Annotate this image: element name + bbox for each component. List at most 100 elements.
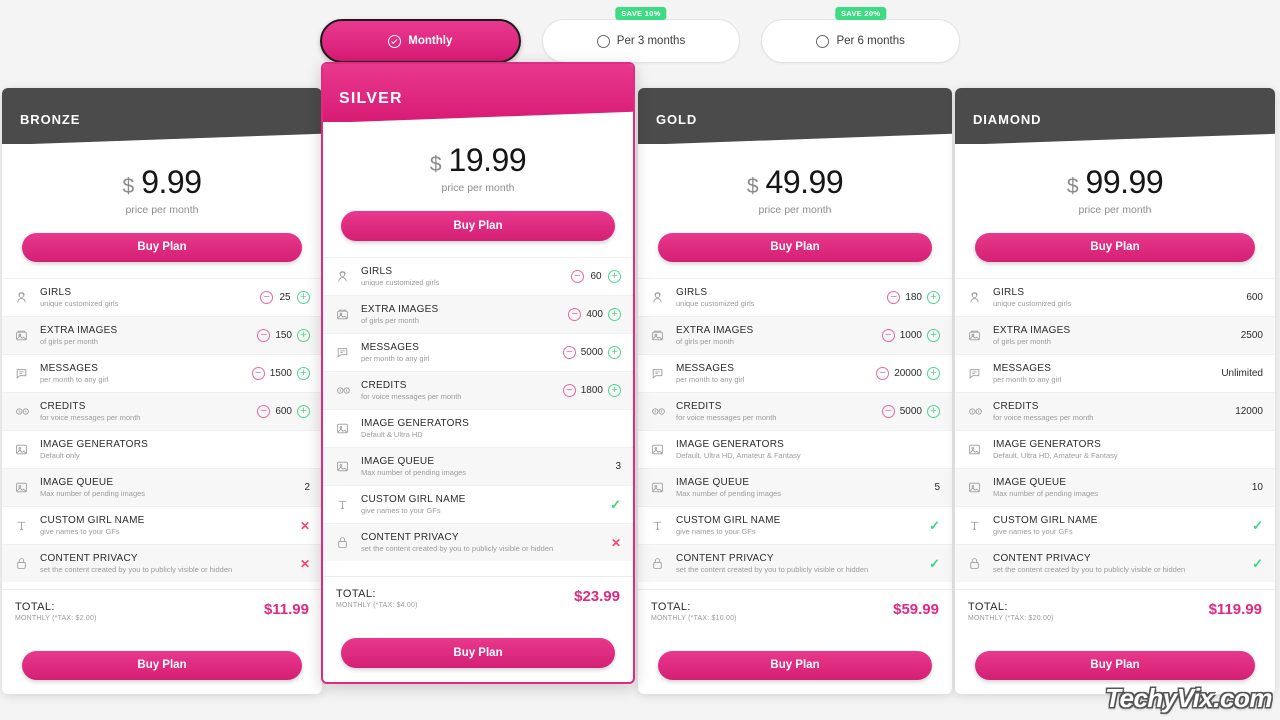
feature-value[interactable]: −20000 + xyxy=(876,367,940,380)
total-tax-note: MONTHLY (*TAX: $20.00) xyxy=(968,615,1054,622)
stepper-value: 180 xyxy=(905,292,922,303)
plain-value: 2 xyxy=(304,482,310,493)
decrement-button[interactable]: − xyxy=(568,308,582,321)
feature-value: 12000 xyxy=(1235,406,1263,417)
feature-row: CUSTOM GIRL NAME give names to your GFs ✓ xyxy=(955,506,1275,544)
feature-value: 10 xyxy=(1252,482,1263,493)
feature-description: of girls per month xyxy=(40,337,98,347)
feature-text: GIRLS unique customized girls xyxy=(990,287,1246,309)
feature-text: CUSTOM GIRL NAME give names to your GFs xyxy=(358,494,610,516)
buy-plan-button-bottom[interactable]: Buy Plan xyxy=(341,638,615,668)
feature-name: IMAGE GENERATORS xyxy=(993,438,1102,450)
feature-row: MESSAGES per month to any girl Unlimited xyxy=(955,354,1275,392)
feature-value[interactable]: −1000 + xyxy=(881,329,940,342)
feature-value[interactable]: −5000 + xyxy=(881,405,940,418)
card-footer-silver: Buy Plan xyxy=(323,609,633,682)
feature-name: EXTRA IMAGES xyxy=(361,303,439,315)
increment-button[interactable]: + xyxy=(927,367,940,380)
feature-name: IMAGE QUEUE xyxy=(676,476,750,488)
feature-description: Default & Ultra HD xyxy=(361,430,423,440)
decrement-button[interactable]: − xyxy=(571,270,584,283)
feature-text: CONTENT PRIVACY set the content created b… xyxy=(37,553,300,575)
feature-row: CUSTOM GIRL NAME give names to your GFs ✓ xyxy=(323,485,633,523)
feature-description: give names to your GFs xyxy=(361,506,441,516)
feature-value[interactable]: −1800 + xyxy=(562,384,621,397)
decrement-button[interactable]: − xyxy=(887,291,901,304)
feature-value[interactable]: −180 + xyxy=(887,291,940,304)
feature-row: IMAGE QUEUE Max number of pending images 2 xyxy=(2,468,322,506)
total-row-gold: TOTAL: MONTHLY (*TAX: $10.00) $59.99 xyxy=(638,589,952,622)
image-generator-icon xyxy=(651,443,673,456)
decrement-button[interactable]: − xyxy=(876,367,890,380)
image-generator-icon xyxy=(968,443,990,456)
feature-description: give names to your GFs xyxy=(40,527,120,537)
voice-credits-icon xyxy=(651,405,673,418)
text-cursor-icon xyxy=(651,519,673,532)
feature-text: MESSAGES per month to any girl xyxy=(990,363,1221,385)
pricing-card-silver: SILVER $19.99 price per month Buy Plan GIRLS… xyxy=(321,62,635,684)
decrement-button[interactable]: − xyxy=(881,405,895,418)
header-diagonal-divider xyxy=(2,133,322,145)
feature-description: unique customized girls xyxy=(993,299,1072,309)
buy-plan-button-top[interactable]: Buy Plan xyxy=(22,233,302,262)
feature-value: 600 xyxy=(1246,292,1263,303)
increment-button[interactable]: + xyxy=(927,405,940,418)
check-icon: ✓ xyxy=(929,555,940,571)
card-footer-gold: Buy Plan xyxy=(638,622,952,694)
feature-value[interactable]: −600 + xyxy=(257,405,310,418)
increment-button[interactable]: + xyxy=(608,346,621,359)
price-amount: 99.99 xyxy=(1085,164,1164,200)
decrement-button[interactable]: − xyxy=(251,367,265,380)
stepper-value: 400 xyxy=(586,309,603,320)
buy-plan-button-bottom[interactable]: Buy Plan xyxy=(658,651,932,680)
decrement-button[interactable]: − xyxy=(257,405,271,418)
feature-text: MESSAGES per month to any girl xyxy=(358,342,563,364)
feature-value[interactable]: −1500 + xyxy=(251,367,310,380)
increment-button[interactable]: + xyxy=(297,367,310,380)
decrement-button[interactable]: − xyxy=(881,329,895,342)
increment-button[interactable]: + xyxy=(927,291,940,304)
feature-description: for voice messages per month xyxy=(40,413,141,423)
feature-value[interactable]: −5000 + xyxy=(562,346,621,359)
buy-plan-button-top[interactable]: Buy Plan xyxy=(975,233,1255,262)
check-icon: ✓ xyxy=(1252,555,1263,571)
increment-button[interactable]: + xyxy=(297,291,310,304)
feature-row: IMAGE QUEUE Max number of pending images 1… xyxy=(955,468,1275,506)
stepper-value: 1500 xyxy=(269,368,292,379)
decrement-button[interactable]: − xyxy=(257,329,271,342)
buy-plan-button-bottom[interactable]: Buy Plan xyxy=(22,651,302,680)
buy-plan-button-bottom[interactable]: Buy Plan xyxy=(975,651,1255,680)
feature-value[interactable]: −25 + xyxy=(260,291,310,304)
increment-button[interactable]: + xyxy=(608,308,621,321)
image-queue-icon xyxy=(336,460,358,473)
price-amount: 19.99 xyxy=(448,142,527,178)
feature-description: for voice messages per month xyxy=(993,413,1094,423)
feature-row: CONTENT PRIVACY set the content created b… xyxy=(323,523,633,561)
buy-plan-button-top[interactable]: Buy Plan xyxy=(341,211,615,241)
voice-credits-icon xyxy=(336,384,358,397)
feature-text: IMAGE GENERATORS Default, Ultra HD, Amate… xyxy=(990,439,1263,461)
feature-value: ✓ xyxy=(929,556,940,572)
feature-value[interactable]: −150 + xyxy=(257,329,310,342)
decrement-button[interactable]: − xyxy=(562,346,576,359)
decrement-button[interactable]: − xyxy=(260,291,273,304)
feature-list-diamond: GIRLS unique customized girls 600 EXTRA IMA… xyxy=(955,278,1275,589)
feature-name: EXTRA IMAGES xyxy=(40,324,118,336)
feature-text: CREDITS for voice messages per month xyxy=(37,401,257,423)
decrement-button[interactable]: − xyxy=(562,384,576,397)
increment-button[interactable]: + xyxy=(297,329,310,342)
feature-name: IMAGE QUEUE xyxy=(361,455,435,467)
feature-value[interactable]: −400 + xyxy=(568,308,621,321)
buy-plan-button-top[interactable]: Buy Plan xyxy=(658,233,932,262)
voice-credits-icon xyxy=(968,405,990,418)
feature-value[interactable]: −60 + xyxy=(571,270,621,283)
feature-row: CONTENT PRIVACY set the content created b… xyxy=(955,544,1275,582)
increment-button[interactable]: + xyxy=(608,270,621,283)
feature-value: 3 xyxy=(615,461,621,472)
pricing-cards-container: BRONZE $9.99 price per month Buy Plan GIRLS u… xyxy=(0,0,1280,720)
increment-button[interactable]: + xyxy=(927,329,940,342)
total-label: TOTAL: xyxy=(651,601,691,613)
feature-text: MESSAGES per month to any girl xyxy=(37,363,252,385)
increment-button[interactable]: + xyxy=(608,384,621,397)
increment-button[interactable]: + xyxy=(297,405,310,418)
